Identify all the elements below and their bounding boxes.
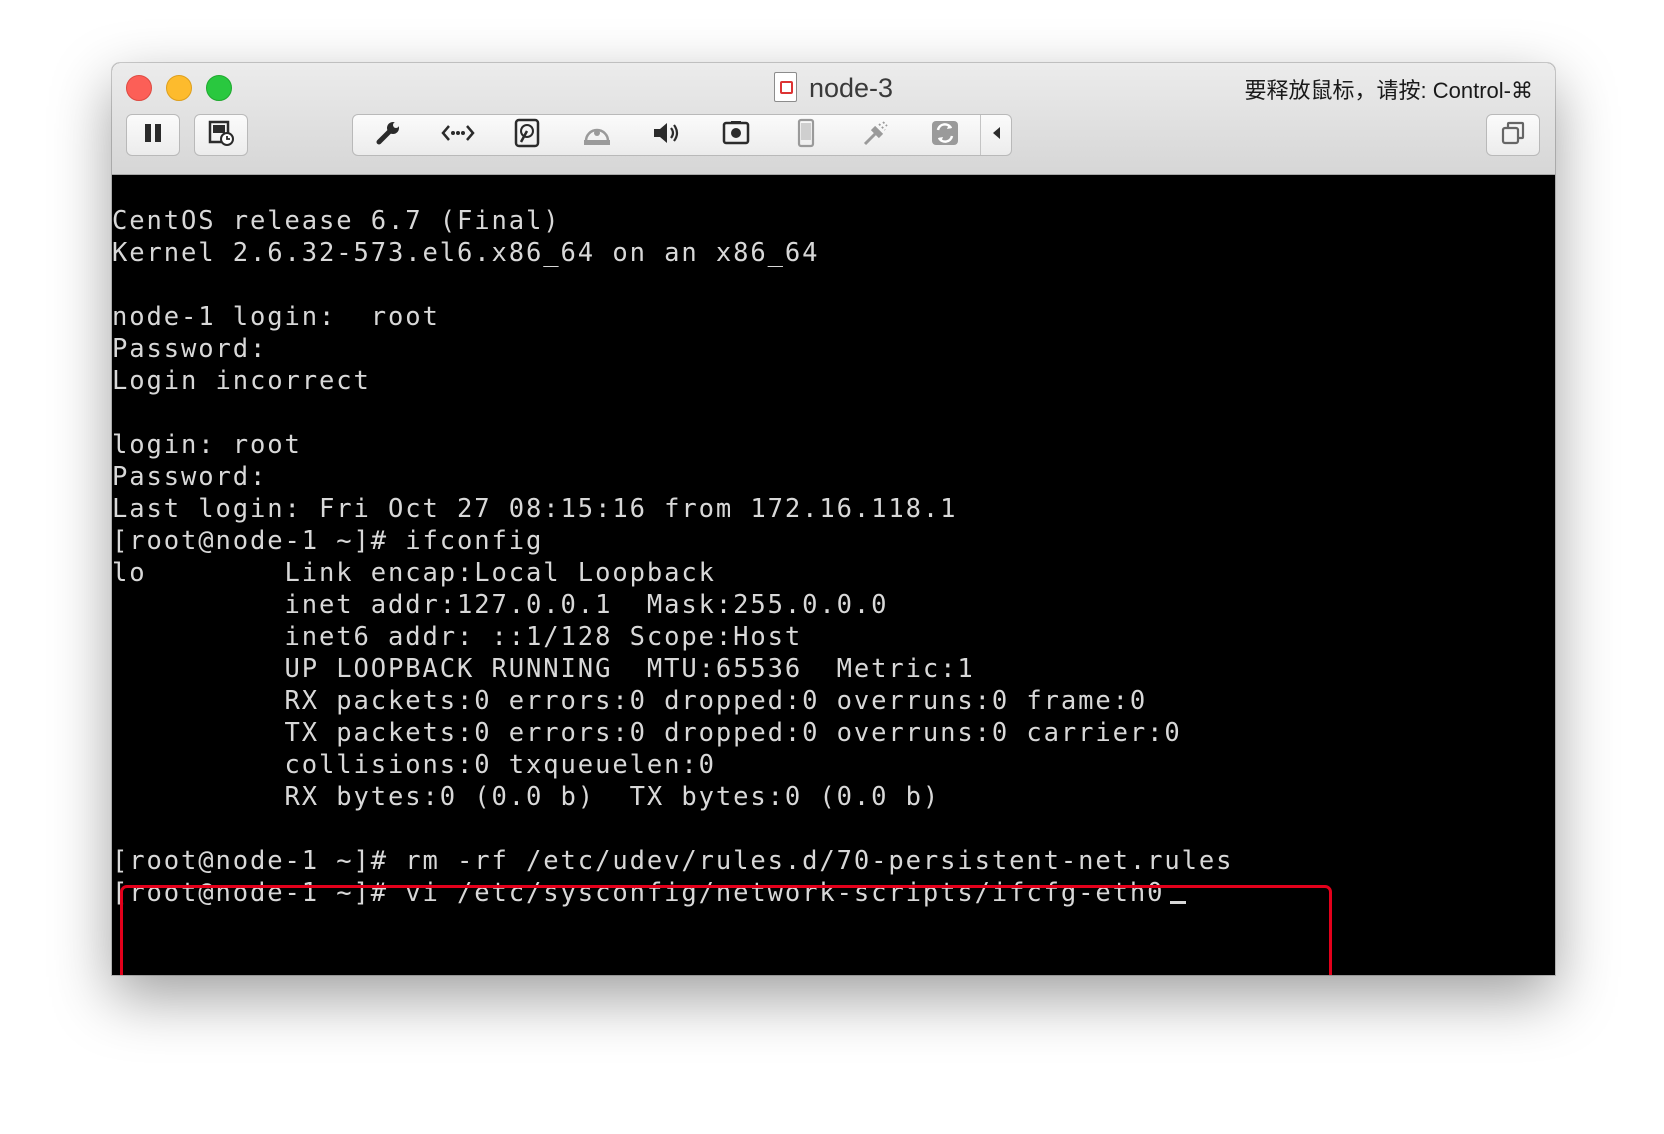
camera-button[interactable] <box>701 115 771 155</box>
settings-button[interactable] <box>353 115 423 155</box>
highlight-box <box>120 885 1332 975</box>
wrench-icon <box>373 118 403 153</box>
terminal-line-text: RX packets:0 errors:0 dropped:0 overruns… <box>112 686 1148 716</box>
terminal-line: Password: <box>112 333 1233 365</box>
snapshot-button[interactable] <box>194 114 248 156</box>
terminal-line: inet6 addr: ::1/128 Scope:Host <box>112 621 1233 653</box>
collapse-arrow-icon <box>990 125 1002 146</box>
terminal-line: RX packets:0 errors:0 dropped:0 overruns… <box>112 685 1233 717</box>
terminal-line: Password: <box>112 461 1233 493</box>
fullscreen-icon <box>1499 119 1527 152</box>
hard-disk-button[interactable] <box>492 115 562 155</box>
collapse-toolbar-button[interactable] <box>980 115 1011 155</box>
terminal-line-text: Login incorrect <box>112 366 371 396</box>
sharing-icon <box>930 119 960 152</box>
terminal-line-text: collisions:0 txqueuelen:0 <box>112 750 716 780</box>
terminal-line-text: TX packets:0 errors:0 dropped:0 overruns… <box>112 718 1182 748</box>
pause-icon <box>142 122 164 149</box>
mobile-device-button[interactable] <box>771 115 841 155</box>
terminal-line: [root@node-1 ~]# ifconfig <box>112 525 1233 557</box>
terminal-line-text: Password: <box>112 334 268 364</box>
terminal-line: UP LOOPBACK RUNNING MTU:65536 Metric:1 <box>112 653 1233 685</box>
network-button[interactable] <box>423 115 493 155</box>
usb-icon <box>861 118 891 153</box>
hard-disk-icon <box>514 118 540 153</box>
terminal-line-text: UP LOOPBACK RUNNING MTU:65536 Metric:1 <box>112 654 975 684</box>
terminal-line: lo Link encap:Local Loopback <box>112 557 1233 589</box>
terminal-line: inet addr:127.0.0.1 Mask:255.0.0.0 <box>112 589 1233 621</box>
terminal-line-text: [root@node-1 ~]# ifconfig <box>112 526 544 556</box>
fullscreen-button[interactable] <box>1486 114 1540 156</box>
terminal-line: TX packets:0 errors:0 dropped:0 overruns… <box>112 717 1233 749</box>
terminal-line-text: inet6 addr: ::1/128 Scope:Host <box>112 622 803 652</box>
terminal-line-text: inet addr:127.0.0.1 Mask:255.0.0.0 <box>112 590 889 620</box>
snapshot-icon <box>207 119 235 152</box>
terminal-line-text: Password: <box>112 462 268 492</box>
terminal-line: Login incorrect <box>112 365 1233 397</box>
terminal-line: Last login: Fri Oct 27 08:15:16 from 172… <box>112 493 1233 525</box>
terminal-line-text: Last login: Fri Oct 27 08:15:16 from 172… <box>112 494 958 524</box>
mouse-release-hint: 要释放鼠标，请按: Control-⌘ <box>1244 78 1533 103</box>
terminal-line-text: lo Link encap:Local Loopback <box>112 558 716 588</box>
terminal-line-text: node-1 login: root <box>112 302 440 332</box>
vm-document-icon <box>773 72 797 102</box>
vm-console-screen[interactable]: CentOS release 6.7 (Final) Kernel 2.6.32-… <box>112 175 1555 975</box>
terminal-line-text: Kernel 2.6.32-573.el6.x86_64 on an x86_6… <box>112 238 820 268</box>
optical-drive-icon <box>582 119 612 152</box>
terminal-line: RX bytes:0 (0.0 b) TX bytes:0 (0.0 b) <box>112 781 1233 813</box>
terminal-line: Kernel 2.6.32-573.el6.x86_64 on an x86_6… <box>112 237 1233 269</box>
window-title: node-3 <box>808 73 894 103</box>
terminal-line: node-1 login: root <box>112 301 1233 333</box>
terminal-line-text: login: root <box>112 430 302 460</box>
terminal-line-text: CentOS release 6.7 (Final) <box>112 206 561 236</box>
title-bar: node-3 要释放鼠标，请按: Control-⌘ <box>112 63 1555 175</box>
terminal-line: login: root <box>112 429 1233 461</box>
vm-window: node-3 要释放鼠标，请按: Control-⌘ CentOS releas… <box>112 63 1555 975</box>
camera-icon <box>722 119 750 152</box>
optical-drive-button[interactable] <box>562 115 632 155</box>
terminal-line: collisions:0 txqueuelen:0 <box>112 749 1233 781</box>
terminal-line-text: [root@node-1 ~]# rm -rf /etc/udev/rules.… <box>112 846 1234 876</box>
sharing-button[interactable] <box>911 115 981 155</box>
phone-icon <box>797 118 815 153</box>
terminal-line-text: RX bytes:0 (0.0 b) TX bytes:0 (0.0 b) <box>112 782 941 812</box>
terminal-line: [root@node-1 ~]# rm -rf /etc/udev/rules.… <box>112 845 1233 877</box>
device-toolbar <box>352 114 1012 156</box>
sound-button[interactable] <box>632 115 702 155</box>
terminal-output: CentOS release 6.7 (Final) Kernel 2.6.32-… <box>112 205 1233 909</box>
usb-button[interactable] <box>841 115 911 155</box>
terminal-line: CentOS release 6.7 (Final) <box>112 205 1233 237</box>
speaker-icon <box>651 119 683 152</box>
pause-button[interactable] <box>126 114 180 156</box>
network-icon <box>440 121 475 150</box>
